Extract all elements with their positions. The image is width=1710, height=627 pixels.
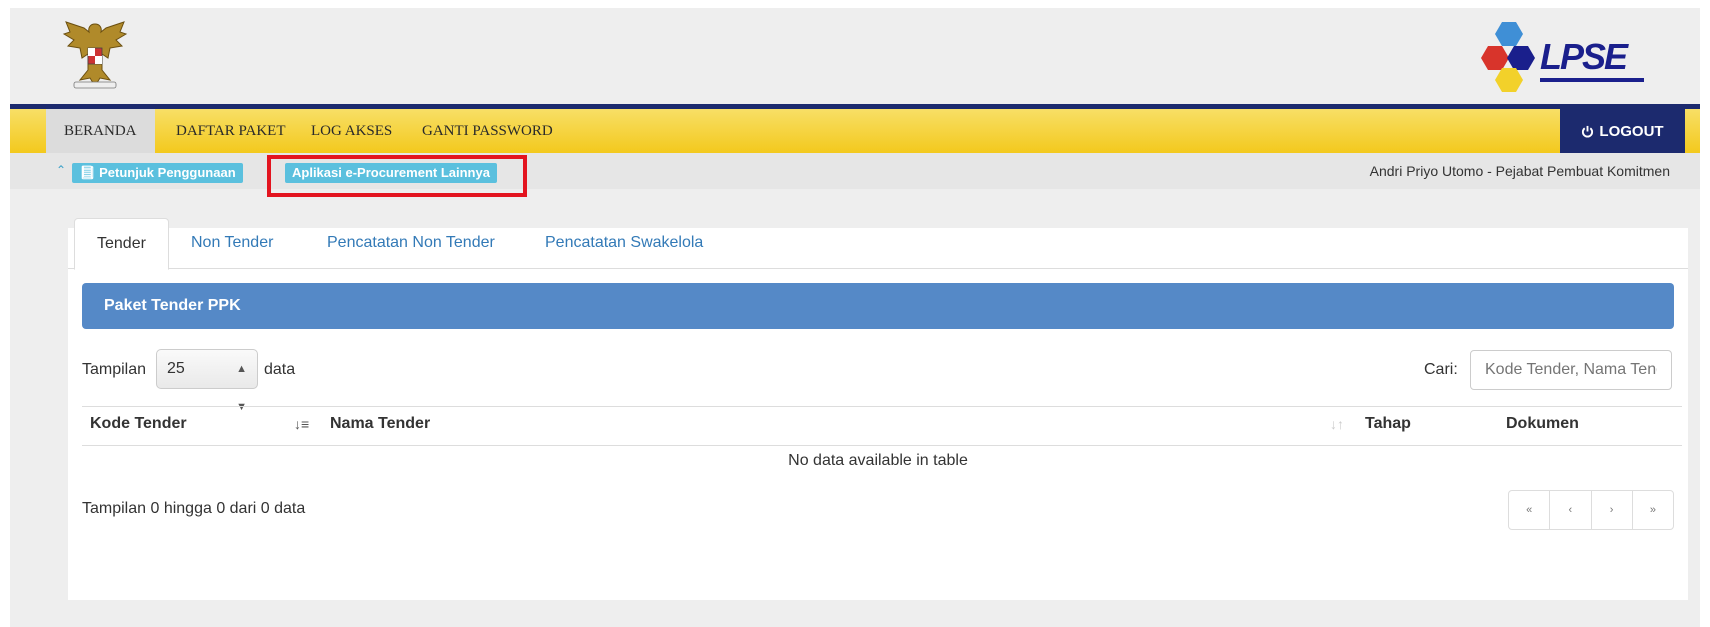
table-info: Tampilan 0 hingga 0 dari 0 data	[82, 500, 306, 517]
collapse-up-icon[interactable]: ⌃	[56, 163, 66, 177]
panel-title: Paket Tender PPK	[82, 283, 1674, 329]
petunjuk-penggunaan-button[interactable]: 📘︎ Petunjuk Penggunaan	[72, 163, 243, 183]
nav-daftar-paket[interactable]: DAFTAR PAKET	[158, 109, 304, 153]
tab-non-tender[interactable]: Non Tender	[191, 218, 273, 268]
tab-pencatatan-non-tender[interactable]: Pencatatan Non Tender	[327, 218, 495, 268]
table-top-border	[82, 406, 1682, 407]
pagination: « ‹ › »	[1508, 490, 1674, 530]
header: LPSE	[10, 8, 1700, 104]
tab-tender[interactable]: Tender	[74, 218, 169, 270]
sub-toolbar: ⌃ 📘︎ Petunjuk Penggunaan Aplikasi e-Proc…	[10, 153, 1700, 189]
table-header-border	[82, 445, 1682, 446]
tab-pencatatan-swakelola[interactable]: Pencatatan Swakelola	[545, 218, 703, 268]
nav-log-akses[interactable]: LOG AKSES	[293, 109, 410, 153]
main-navbar: BERANDA DAFTAR PAKET LOG AKSES GANTI PAS…	[10, 104, 1700, 158]
petunjuk-penggunaan-label: Petunjuk Penggunaan	[99, 165, 236, 180]
lpse-logo-text: LPSE	[1540, 36, 1628, 77]
show-label: Tampilan	[82, 361, 147, 378]
tab-divider	[68, 268, 1688, 269]
nav-beranda[interactable]: BERANDA	[46, 109, 155, 153]
first-page-button[interactable]: «	[1509, 491, 1551, 529]
page-size-value: 25	[167, 360, 185, 377]
garuda-emblem-icon	[62, 21, 128, 89]
lpse-logo-underline	[1540, 78, 1644, 82]
power-icon	[1582, 125, 1594, 137]
lpse-hexagons-icon	[1481, 22, 1535, 92]
app-frame: LPSE BERANDA DAFTAR PAKET LOG AKSES GANT…	[10, 8, 1700, 627]
select-arrows-icon: ▲ ▼	[236, 363, 247, 413]
content-card: Tender Non Tender Pencatatan Non Tender …	[68, 218, 1688, 600]
sort-desc-icon: ↓≡	[294, 416, 310, 432]
nav-ganti-password[interactable]: GANTI PASSWORD	[404, 109, 571, 153]
user-info: Andri Priyo Utomo - Pejabat Pembuat Komi…	[1369, 163, 1670, 179]
page-size-select[interactable]: 25 ▲ ▼	[156, 349, 258, 413]
search-input[interactable]	[1470, 350, 1672, 390]
search-label: Cari:	[1424, 361, 1458, 378]
book-icon: 📘︎	[79, 165, 96, 180]
last-page-button[interactable]: »	[1633, 491, 1673, 529]
lpse-logo: LPSE	[1480, 22, 1650, 92]
logout-label: LOGOUT	[1599, 122, 1664, 140]
empty-table-message: No data available in table	[788, 452, 968, 469]
prev-page-button[interactable]: ‹	[1550, 491, 1592, 529]
column-nama-tender[interactable]: Nama Tender	[330, 415, 430, 433]
logout-button[interactable]: LOGOUT	[1560, 104, 1685, 158]
next-page-button[interactable]: ›	[1592, 491, 1633, 529]
column-dokumen[interactable]: Dokumen	[1506, 415, 1579, 433]
highlight-box	[267, 155, 527, 197]
sort-both-icon: ↓↑	[1330, 416, 1344, 432]
column-tahap[interactable]: Tahap	[1365, 415, 1411, 433]
data-label: data	[264, 361, 296, 378]
column-kode-tender[interactable]: Kode Tender	[90, 415, 187, 433]
